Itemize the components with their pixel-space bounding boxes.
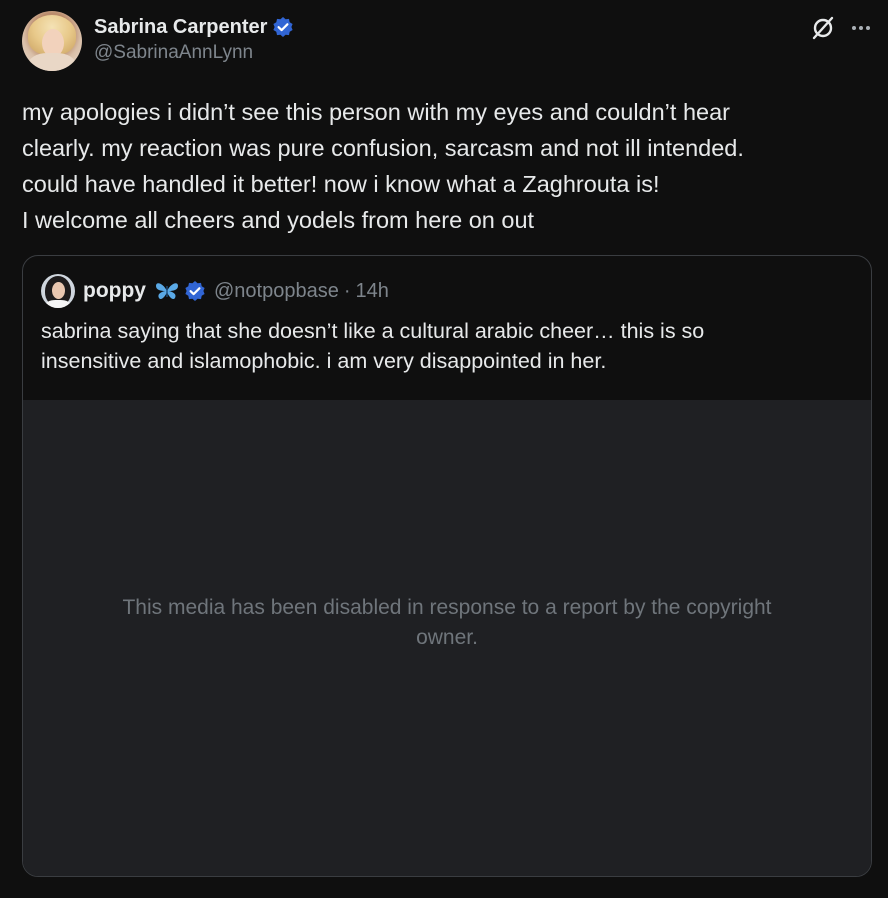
quote-text-line: sabrina saying that she doesn’t like a c… xyxy=(41,319,705,343)
author-handle[interactable]: @SabrinaAnnLynn xyxy=(94,42,294,64)
quote-text-line: insensitive and islamophobic. i am very … xyxy=(41,349,607,373)
author-display-name[interactable]: Sabrina Carpenter xyxy=(94,16,267,39)
verified-badge-icon xyxy=(272,16,294,38)
slash-circle-icon[interactable] xyxy=(810,15,836,41)
media-notice-line: owner. xyxy=(416,626,478,649)
quote-tweet-card[interactable]: poppy @notpopbase · 14h sabrina saying t… xyxy=(22,255,872,877)
tweet-text-line: clearly. my reaction was pure confusion,… xyxy=(22,135,744,161)
avatar[interactable] xyxy=(22,11,82,71)
quote-timestamp[interactable]: 14h xyxy=(356,280,389,303)
quote-avatar[interactable] xyxy=(41,274,75,308)
tweet-text: my apologies i didn’t see this person wi… xyxy=(22,94,862,238)
verified-badge-icon xyxy=(184,280,206,302)
tweet-text-line: my apologies i didn’t see this person wi… xyxy=(22,99,730,125)
header-actions xyxy=(810,15,872,41)
author-names: Sabrina Carpenter @SabrinaAnnLynn xyxy=(94,13,294,64)
quote-author-handle[interactable]: @notpopbase xyxy=(214,280,339,303)
more-icon[interactable] xyxy=(850,17,872,39)
media-notice-line: This media has been disabled in response… xyxy=(122,596,772,619)
tweet-header: Sabrina Carpenter @SabrinaAnnLynn xyxy=(22,11,872,73)
tweet-page: Sabrina Carpenter @SabrinaAnnLynn my apo… xyxy=(0,0,888,898)
quote-text: sabrina saying that she doesn’t like a c… xyxy=(41,316,861,376)
media-disabled-notice: This media has been disabled in response… xyxy=(63,593,831,653)
quote-separator: · xyxy=(343,279,351,302)
tweet-text-line: I welcome all cheers and yodels from her… xyxy=(22,207,535,233)
tweet-text-line: could have handled it better! now i know… xyxy=(22,171,660,197)
butterfly-icon xyxy=(154,280,180,302)
quote-header: poppy @notpopbase · 14h xyxy=(41,274,389,308)
disabled-media-placeholder: This media has been disabled in response… xyxy=(23,400,871,876)
quote-author-display-name[interactable]: poppy xyxy=(83,279,146,303)
